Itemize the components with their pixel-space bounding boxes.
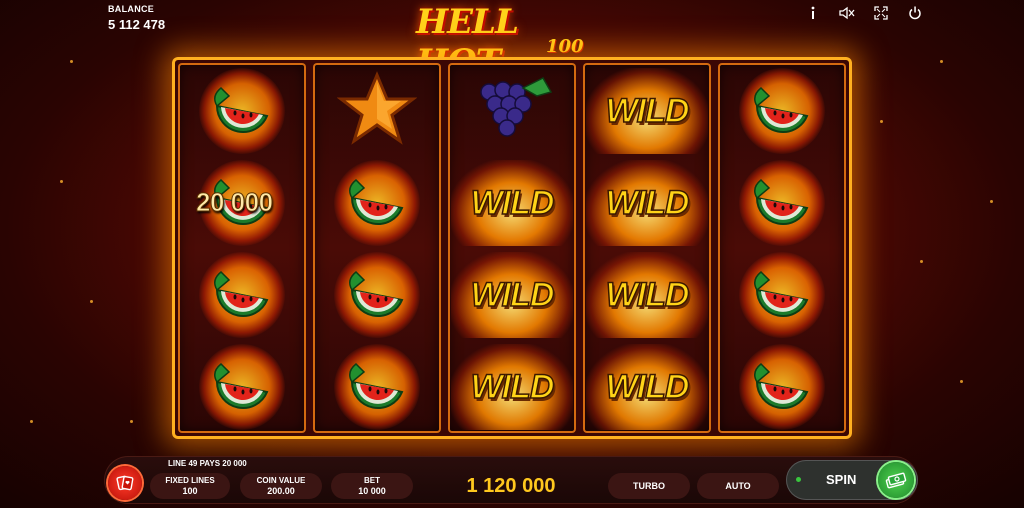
symbol-watermelon <box>313 249 441 341</box>
game-logo: HELL HOT 100 <box>410 2 610 82</box>
symbol-grapes <box>448 65 576 157</box>
grapes-icon <box>467 74 557 149</box>
spin-button[interactable]: SPIN <box>786 460 918 500</box>
ember-particle <box>130 420 133 423</box>
symbol-watermelon <box>313 341 441 433</box>
wild-text: WILD <box>605 367 690 407</box>
symbol-watermelon <box>178 249 306 341</box>
paytable-button[interactable] <box>108 466 142 500</box>
power-icon[interactable] <box>906 4 924 22</box>
ember-particle <box>30 420 33 423</box>
reel-2 <box>313 63 441 433</box>
win-amount-label: 20 000 <box>196 187 274 218</box>
fixed-lines-label: FIXED LINES <box>165 476 215 485</box>
reel-5 <box>718 63 846 433</box>
wild-symbol: WILD <box>586 252 708 338</box>
watermelon-icon <box>199 344 285 430</box>
cards-icon <box>116 475 134 491</box>
cash-stack-icon <box>885 472 907 489</box>
mute-icon[interactable] <box>838 4 856 22</box>
symbol-watermelon <box>718 249 846 341</box>
ember-particle <box>990 200 993 203</box>
reel-4: WILD WILD WILD WILD <box>583 63 711 433</box>
ember-particle <box>70 60 73 63</box>
top-icons <box>804 4 924 22</box>
symbol-watermelon <box>178 341 306 433</box>
watermelon-icon <box>199 252 285 338</box>
symbol-wild: WILD <box>583 65 711 157</box>
turbo-label: TURBO <box>633 481 665 491</box>
ember-particle <box>920 260 923 263</box>
wild-symbol: WILD <box>586 160 708 246</box>
info-icon[interactable] <box>804 4 822 22</box>
reel-3: WILD WILD WILD <box>448 63 576 433</box>
turbo-button[interactable]: TURBO <box>608 473 690 499</box>
total-win-display: 1 120 000 <box>466 475 556 497</box>
coin-value-selector[interactable]: COIN VALUE 200.00 <box>240 473 322 499</box>
logo-subtitle: 100 <box>546 36 584 57</box>
bet-label: BET <box>364 476 380 485</box>
fixed-lines-display: FIXED LINES 100 <box>150 473 230 499</box>
wild-symbol: WILD <box>451 160 573 246</box>
reel-1 <box>178 63 306 433</box>
symbol-wild: WILD <box>583 249 711 341</box>
wild-text: WILD <box>470 275 555 315</box>
coin-value-label: COIN VALUE <box>256 476 306 485</box>
symbol-wild: WILD <box>583 157 711 249</box>
watermelon-icon <box>334 252 420 338</box>
ember-particle <box>960 380 963 383</box>
wild-symbol: WILD <box>586 344 708 430</box>
fullscreen-icon[interactable] <box>872 4 890 22</box>
ember-particle <box>60 180 63 183</box>
ember-particle <box>90 300 93 303</box>
ember-particle <box>880 120 883 123</box>
symbol-watermelon <box>718 157 846 249</box>
watermelon-icon <box>334 344 420 430</box>
watermelon-icon <box>739 344 825 430</box>
spin-circle[interactable] <box>878 462 914 498</box>
line-win-info: LINE 49 PAYS 20 000 <box>168 459 247 468</box>
watermelon-icon <box>199 68 285 154</box>
symbol-watermelon <box>718 341 846 433</box>
reels-frame: WILD WILD WILD WILD WILD WILD WILD <box>172 57 852 439</box>
wild-symbol: WILD <box>451 252 573 338</box>
symbol-wild: WILD <box>583 341 711 433</box>
symbol-watermelon <box>718 65 846 157</box>
balance-label: BALANCE <box>108 4 155 14</box>
bet-value: 10 000 <box>358 486 386 496</box>
star-icon <box>336 69 418 154</box>
wild-symbol: WILD <box>451 344 573 430</box>
bet-selector[interactable]: BET 10 000 <box>331 473 413 499</box>
symbol-star <box>313 65 441 157</box>
fixed-lines-value: 100 <box>182 486 198 496</box>
watermelon-icon <box>739 68 825 154</box>
symbol-wild: WILD <box>448 249 576 341</box>
watermelon-icon <box>334 160 420 246</box>
wild-text: WILD <box>605 275 690 315</box>
ember-particle <box>940 60 943 63</box>
spin-indicator-dot <box>796 477 801 482</box>
balance-value: 5 112 478 <box>108 17 166 32</box>
wild-symbol: WILD <box>586 68 708 154</box>
symbol-watermelon <box>313 157 441 249</box>
wild-text: WILD <box>605 91 690 131</box>
spin-label: SPIN <box>826 472 857 487</box>
wild-text: WILD <box>470 183 555 223</box>
watermelon-icon <box>739 252 825 338</box>
watermelon-icon <box>739 160 825 246</box>
symbol-watermelon <box>178 65 306 157</box>
symbol-wild: WILD <box>448 341 576 433</box>
wild-text: WILD <box>605 183 690 223</box>
auto-button[interactable]: AUTO <box>697 473 779 499</box>
wild-text: WILD <box>470 367 555 407</box>
auto-label: AUTO <box>725 481 751 491</box>
symbol-wild: WILD <box>448 157 576 249</box>
coin-value-value: 200.00 <box>267 486 295 496</box>
